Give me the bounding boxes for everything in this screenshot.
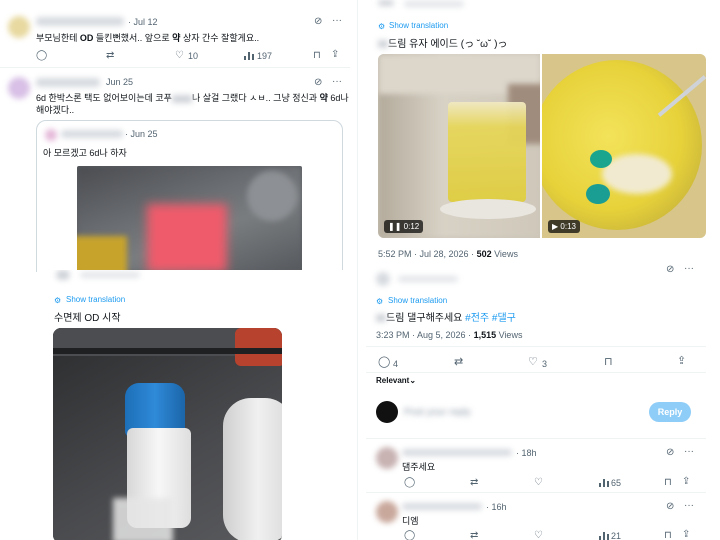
reply-icon[interactable]: ◯ xyxy=(378,357,390,368)
translate-icon: ⚙ xyxy=(376,297,384,306)
video-duration-2: ▶ 0:13 xyxy=(548,220,580,233)
view-count: 197 xyxy=(257,51,273,61)
translate-icon: ⚙ xyxy=(378,22,386,31)
username xyxy=(61,130,123,138)
chevron-down-icon: ⌄ xyxy=(409,376,417,385)
quote-date: · Jun 25 xyxy=(125,129,158,139)
reply-icon[interactable]: ◯ xyxy=(36,50,47,61)
tweet-text: 드림 댈구해주세요 #전주 #댈구 xyxy=(376,309,516,324)
view-count: 21 xyxy=(611,531,622,540)
views-icon[interactable] xyxy=(244,51,254,60)
tweet-meta: 5:52 PM · Jul 28, 2026 · 502 Views xyxy=(378,249,518,259)
tweet-panel-top-left: · Jul 12 ⊘ ··· 부모님한테 OD 들킨뻔했서.. 앞으로 약 상자… xyxy=(0,0,350,272)
quote-text: 아 모르겠고 6d나 하자 xyxy=(43,148,127,158)
view-count: 65 xyxy=(611,478,622,488)
like-icon[interactable]: ♡ xyxy=(534,530,543,540)
like-count: 3 xyxy=(542,359,548,369)
reply-count: 4 xyxy=(393,359,399,369)
divider xyxy=(366,372,706,373)
reply-icon[interactable]: ◯ xyxy=(404,530,415,540)
grok-icon[interactable]: ⊘ xyxy=(666,447,674,458)
username[interactable] xyxy=(36,17,124,26)
tweet-panel-top-right: ⚙ Show translation 드림 유자 에이드 (っ ˘ω˘ )っ ❚… xyxy=(366,0,720,268)
divider xyxy=(0,67,350,68)
bookmark-icon[interactable]: ⊓ xyxy=(604,357,613,368)
tweet-text: 드림 유자 에이드 (っ ˘ω˘ )っ xyxy=(378,35,507,50)
retweet-icon[interactable]: ⇄ xyxy=(470,530,478,540)
reply-icon[interactable]: ◯ xyxy=(404,477,415,488)
grok-icon[interactable]: ⊘ xyxy=(314,77,322,88)
like-icon[interactable]: ♡ xyxy=(528,357,538,368)
like-icon[interactable]: ♡ xyxy=(534,477,543,488)
avatar[interactable] xyxy=(8,16,30,38)
tweet-image[interactable] xyxy=(53,328,282,540)
more-icon[interactable]: ··· xyxy=(332,76,342,87)
share-icon[interactable]: ⇪ xyxy=(677,356,686,367)
tweet-meta: 3:23 PM · Aug 5, 2026 · 1,515 Views xyxy=(376,330,523,340)
more-icon[interactable]: ··· xyxy=(684,263,694,274)
tweet-date[interactable]: · Jul 12 xyxy=(128,17,158,27)
avatar[interactable] xyxy=(8,77,30,99)
bookmark-icon[interactable]: ⊓ xyxy=(664,477,672,488)
grok-icon[interactable]: ⊘ xyxy=(314,16,322,27)
share-icon[interactable]: ⇪ xyxy=(682,476,690,487)
tweet-text: 수면제 OD 시작 xyxy=(54,313,121,324)
tweet-panel-bottom-right: ⊘ ··· ⚙ Show translation 드림 댈구해주세요 #전주 #… xyxy=(366,262,706,540)
reply-button[interactable]: Reply xyxy=(649,402,691,422)
header-fragment xyxy=(378,0,394,6)
translate-icon: ⚙ xyxy=(54,296,62,305)
more-icon[interactable]: ··· xyxy=(684,500,694,511)
tweet-text-line1: 6d 한박스론 택도 없어보이는데 코푸 나 살걸 그랬다 ㅅㅂ.. 그냥 정신과… xyxy=(36,93,349,103)
like-count: 10 xyxy=(188,51,199,61)
pause-icon[interactable]: ❚❚ xyxy=(388,222,401,231)
grok-icon[interactable]: ⊘ xyxy=(666,501,674,512)
sort-relevant-dropdown[interactable]: Relevant⌄ xyxy=(376,376,416,385)
reply-text: 댐주세요 xyxy=(402,462,436,472)
reply-time[interactable]: · 18h xyxy=(516,448,537,458)
reply-input[interactable]: Post your reply xyxy=(404,407,471,418)
reply-text: 디엠 xyxy=(402,516,419,526)
show-translation-link[interactable]: Show translation xyxy=(66,295,125,304)
more-icon[interactable]: ··· xyxy=(684,446,694,457)
tweet-text: 부모님한테 OD 들킨뻔했서.. 앞으로 약 상자 간수 잘할게요.. xyxy=(36,33,260,43)
column-divider xyxy=(357,0,358,540)
like-icon[interactable]: ♡ xyxy=(175,50,184,61)
tweet-date[interactable]: Jun 25 xyxy=(106,77,133,87)
username[interactable] xyxy=(36,78,100,87)
bookmark-icon[interactable]: ⊓ xyxy=(313,50,321,61)
hashtag-link[interactable]: #전주 xyxy=(465,313,489,324)
username[interactable] xyxy=(402,503,482,510)
quote-tweet-card[interactable]: · Jun 25 아 모르겠고 6d나 하자 xyxy=(36,120,343,272)
retweet-icon[interactable]: ⇄ xyxy=(106,50,114,61)
bookmark-icon[interactable]: ⊓ xyxy=(664,530,672,540)
retweet-icon[interactable]: ⇄ xyxy=(470,477,478,488)
tweet-text-line2: 해야겠다.. xyxy=(36,105,75,115)
share-icon[interactable]: ⇪ xyxy=(331,49,339,60)
more-icon[interactable]: ··· xyxy=(332,15,342,26)
avatar xyxy=(45,129,57,141)
video-thumbnail-1[interactable]: ❚❚ 0:12 xyxy=(378,54,540,238)
hashtag-link[interactable]: #댈구 xyxy=(492,313,516,324)
divider xyxy=(366,492,706,493)
share-icon[interactable]: ⇪ xyxy=(682,529,690,540)
grok-icon[interactable]: ⊘ xyxy=(666,264,674,275)
avatar[interactable] xyxy=(376,447,398,469)
retweet-icon[interactable]: ⇄ xyxy=(454,357,463,368)
reply-time[interactable]: · 16h xyxy=(486,502,507,512)
divider xyxy=(366,346,706,347)
avatar[interactable] xyxy=(376,401,398,423)
avatar[interactable] xyxy=(376,501,398,523)
show-translation-link[interactable]: Show translation xyxy=(389,21,448,30)
divider xyxy=(366,438,706,439)
show-translation-link[interactable]: Show translation xyxy=(388,296,447,305)
views-icon[interactable] xyxy=(599,531,609,540)
video-thumbnail-2[interactable]: ▶ 0:13 xyxy=(542,54,706,238)
video-duration-1: ❚❚ 0:12 xyxy=(384,220,424,233)
username[interactable] xyxy=(402,449,512,456)
views-icon[interactable] xyxy=(599,478,609,487)
quote-image[interactable] xyxy=(77,166,302,272)
play-icon[interactable]: ▶ xyxy=(552,222,558,231)
tweet-panel-bottom-left: ⚙ Show translation 수면제 OD 시작 xyxy=(44,270,350,540)
